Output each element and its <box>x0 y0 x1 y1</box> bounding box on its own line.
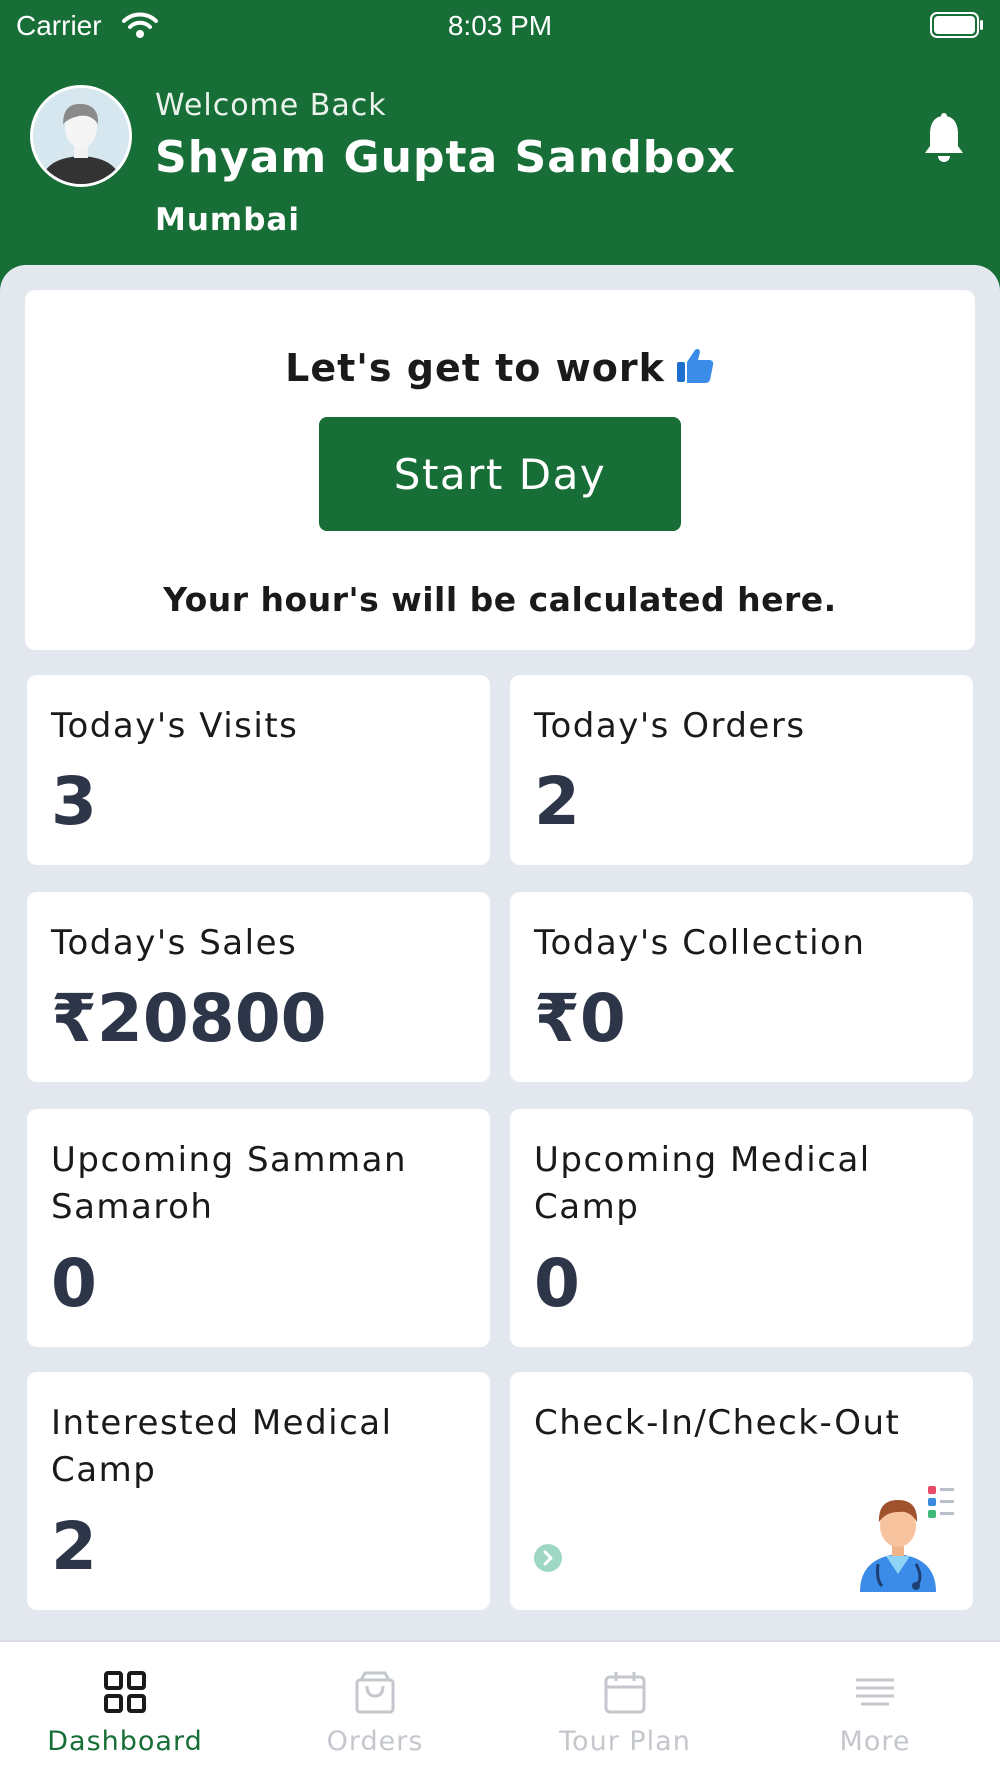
todays-visits-tile[interactable]: Today's Visits 3 <box>27 675 490 865</box>
status-bar: Carrier 8:03 PM <box>0 0 1000 50</box>
tile-value: 0 <box>534 1245 580 1322</box>
todays-collection-tile[interactable]: Today's Collection ₹0 <box>510 892 973 1082</box>
bell-icon[interactable] <box>922 112 966 164</box>
calendar-icon <box>604 1672 646 1714</box>
tile-value: 2 <box>534 763 580 840</box>
avatar[interactable] <box>30 85 132 187</box>
user-city: Mumbai <box>155 202 300 238</box>
tile-label: Today's Orders <box>534 706 806 746</box>
user-name: Shyam Gupta Sandbox <box>155 132 736 183</box>
dashboard-grid-icon <box>104 1671 146 1713</box>
app-header: Carrier 8:03 PM Welcome Back Shyam Gupta… <box>0 0 1000 300</box>
todays-sales-tile[interactable]: Today's Sales ₹20800 <box>27 892 490 1082</box>
todays-orders-tile[interactable]: Today's Orders 2 <box>510 675 973 865</box>
upcoming-medical-camp-tile[interactable]: Upcoming Medical Camp 0 <box>510 1109 973 1347</box>
tile-value: 2 <box>51 1508 97 1585</box>
upcoming-samman-samaroh-tile[interactable]: Upcoming Samman Samaroh 0 <box>27 1109 490 1347</box>
chevron-right-icon[interactable] <box>534 1544 562 1572</box>
tab-orders[interactable]: Orders <box>250 1642 500 1780</box>
battery-icon <box>930 12 983 38</box>
user-avatar-icon <box>33 88 129 184</box>
tile-value: 0 <box>51 1245 97 1322</box>
hours-note: Your hour's will be calculated here. <box>163 580 837 619</box>
tab-tour-plan[interactable]: Tour Plan <box>500 1642 750 1780</box>
interested-medical-camp-tile[interactable]: Interested Medical Camp 2 <box>27 1372 490 1610</box>
dashboard-content: Let's get to work Start Day Your hour's … <box>0 265 1000 1640</box>
thumbs-up-icon <box>676 348 714 383</box>
tab-label: Orders <box>326 1726 424 1757</box>
tile-label: Check-In/Check-Out <box>534 1403 901 1443</box>
start-day-button[interactable]: Start Day <box>319 417 681 531</box>
tab-label: Tour Plan <box>559 1726 691 1757</box>
tile-label: Upcoming Medical Camp <box>534 1140 871 1227</box>
menu-lines-icon <box>856 1678 894 1706</box>
shopping-bag-icon <box>355 1671 395 1714</box>
bottom-tab-bar: Dashboard Orders Tour Plan More <box>0 1640 1000 1780</box>
tab-more[interactable]: More <box>750 1642 1000 1780</box>
tab-dashboard[interactable]: Dashboard <box>0 1642 250 1780</box>
tile-label: Today's Sales <box>51 923 298 963</box>
tile-label: Today's Visits <box>51 706 299 746</box>
tile-label: Today's Collection <box>534 923 866 963</box>
tile-label: Interested Medical Camp <box>51 1403 393 1490</box>
doctor-illustration-icon <box>860 1486 954 1592</box>
tile-value: ₹20800 <box>51 980 327 1057</box>
check-in-check-out-tile[interactable]: Check-In/Check-Out <box>510 1372 973 1610</box>
work-card: Let's get to work Start Day Your hour's … <box>25 290 975 650</box>
work-card-title-text: Let's get to work <box>285 346 665 390</box>
tile-value: ₹0 <box>534 980 626 1057</box>
tile-value: 3 <box>51 763 97 840</box>
tile-label: Upcoming Samman Samaroh <box>51 1140 408 1227</box>
tab-label: Dashboard <box>47 1726 203 1757</box>
status-time: 8:03 PM <box>447 10 553 41</box>
tab-label: More <box>839 1726 911 1757</box>
welcome-text: Welcome Back <box>155 88 387 123</box>
work-card-title: Let's get to work <box>25 345 975 390</box>
